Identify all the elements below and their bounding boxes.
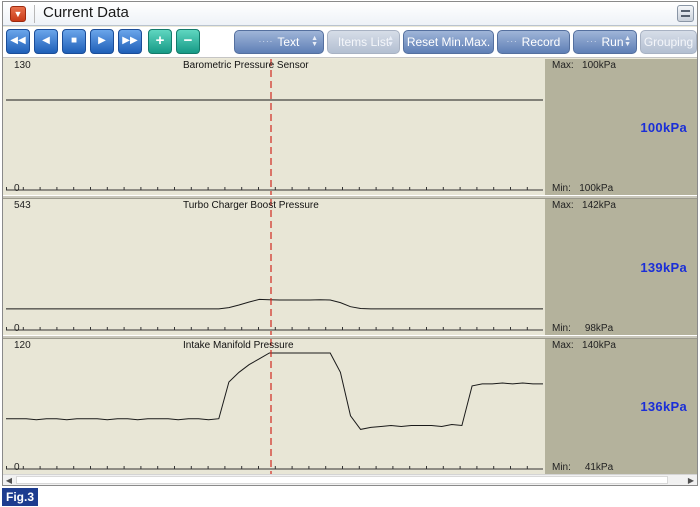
line-chart: [6, 199, 543, 335]
first-button[interactable]: ◀◀: [6, 29, 30, 54]
max-value: 142kPa: [582, 200, 616, 211]
next-button[interactable]: ▶: [90, 29, 114, 54]
record-label: Record: [521, 35, 561, 49]
scroll-right-icon[interactable]: ▶: [685, 475, 697, 485]
items-list-label: Items List: [337, 35, 390, 49]
window-menu-icon[interactable]: [677, 5, 694, 22]
text-mode-label: Text: [277, 35, 300, 49]
collapse-icon[interactable]: ▼: [10, 6, 26, 22]
title-separator: [34, 5, 35, 23]
max-value: 100kPa: [582, 60, 616, 71]
run-selector[interactable]: ··· Run ▲ ▼: [573, 30, 637, 54]
chart-panel-intake-manifold: 120 0 Intake Manifold Pressure Max: 140k…: [3, 339, 697, 474]
current-data-window: ▼ Current Data ◀◀ ◀ ■ ▶ ▶▶ + − ···· Text …: [2, 1, 698, 486]
value-sidebar: Max: 142kPa 139kPa Min: 98kPa: [545, 199, 697, 335]
last-button[interactable]: ▶▶: [118, 29, 142, 54]
dots-icon: ····: [258, 37, 274, 46]
y-axis-min-label: 0: [14, 183, 20, 194]
data-series-line: [6, 352, 543, 430]
reset-min-max-button[interactable]: Reset Min.Max.: [403, 30, 494, 54]
figure-label: Fig.3: [2, 488, 39, 506]
chart-plot-area: 543 0 Turbo Charger Boost Pressure: [3, 199, 545, 335]
dots-icon: ···: [586, 37, 598, 46]
add-item-button[interactable]: +: [148, 29, 172, 54]
min-value: 100kPa: [579, 183, 614, 194]
current-value: 139kPa: [640, 260, 687, 275]
prev-button[interactable]: ◀: [34, 29, 58, 54]
grouping-button[interactable]: Grouping: [640, 30, 697, 54]
chart-title: Intake Manifold Pressure: [183, 340, 294, 351]
min-label: Min:: [552, 183, 571, 194]
min-readout: Min: 41kPa: [552, 462, 613, 473]
window-title: Current Data: [43, 4, 129, 21]
chart-panel-turbo-boost: 543 0 Turbo Charger Boost Pressure Max: …: [3, 199, 697, 335]
y-axis-min-label: 0: [14, 462, 20, 473]
scroll-left-icon[interactable]: ◀: [3, 475, 15, 485]
chart-title: Turbo Charger Boost Pressure: [183, 200, 319, 211]
max-readout: Max: 142kPa: [552, 200, 616, 211]
line-chart: [6, 59, 543, 195]
record-button[interactable]: ··· Record: [497, 30, 570, 54]
toolbar: ◀◀ ◀ ■ ▶ ▶▶ + − ···· Text ▲ ▼ Items List ▲…: [3, 27, 697, 58]
max-readout: Max: 140kPa: [552, 340, 616, 351]
horizontal-scrollbar[interactable]: ◀ ▶: [3, 474, 697, 485]
chart-title: Barometric Pressure Sensor: [183, 60, 309, 71]
y-axis-max-label: 543: [14, 200, 31, 211]
max-label: Max:: [552, 60, 574, 71]
y-axis-max-label: 120: [14, 340, 31, 351]
run-label: Run: [601, 35, 624, 49]
value-sidebar: Max: 140kPa 136kPa Min: 41kPa: [545, 339, 697, 474]
y-axis-min-label: 0: [14, 323, 20, 334]
chart-plot-area: 130 0 Barometric Pressure Sensor: [3, 59, 545, 195]
max-label: Max:: [552, 200, 574, 211]
min-label: Min:: [552, 462, 571, 473]
min-readout: Min: 98kPa: [552, 323, 613, 334]
spinner-icon: ▲ ▼: [624, 35, 631, 48]
stop-button[interactable]: ■: [62, 29, 86, 54]
remove-item-button[interactable]: −: [176, 29, 200, 54]
current-value: 100kPa: [640, 120, 687, 135]
chart-plot-area: 120 0 Intake Manifold Pressure: [3, 339, 545, 474]
current-value: 136kPa: [640, 399, 687, 414]
value-sidebar: Max: 100kPa 100kPa Min: 100kPa: [545, 59, 697, 195]
max-readout: Max: 100kPa: [552, 60, 616, 71]
max-label: Max:: [552, 340, 574, 351]
line-chart: [6, 339, 543, 474]
title-bar: ▼ Current Data: [3, 2, 697, 26]
y-axis-max-label: 130: [14, 60, 31, 71]
text-mode-selector[interactable]: ···· Text ▲ ▼: [234, 30, 324, 54]
min-readout: Min: 100kPa: [552, 183, 613, 194]
spinner-icon: ▲ ▼: [311, 35, 318, 48]
scroll-thumb[interactable]: [16, 476, 668, 484]
data-series-line: [6, 298, 543, 310]
min-value: 98kPa: [584, 323, 614, 334]
spinner-icon: ▲ ▼: [387, 35, 394, 48]
max-value: 140kPa: [582, 340, 616, 351]
items-list-selector[interactable]: Items List ▲ ▼: [327, 30, 400, 54]
min-value: 41kPa: [584, 462, 614, 473]
min-label: Min:: [552, 323, 571, 334]
chart-panel-barometric: 130 0 Barometric Pressure Sensor Max: 10…: [3, 59, 697, 195]
dots-icon: ···: [506, 37, 518, 46]
